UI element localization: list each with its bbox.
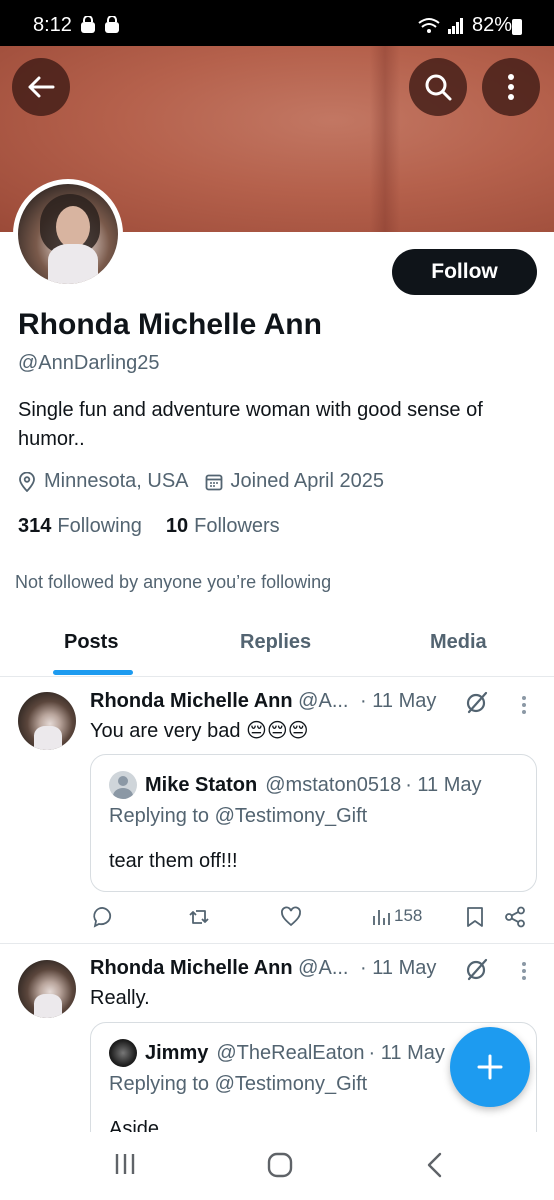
post-date: · 11 May: [360, 690, 437, 712]
signal-icon: [447, 17, 463, 34]
post-handle: @A...: [298, 690, 349, 712]
arrow-left-icon: [28, 76, 55, 98]
quote-date: · 11 May: [405, 773, 482, 796]
search-icon: [425, 74, 452, 101]
share-icon: [505, 906, 525, 928]
reply-button[interactable]: [92, 906, 114, 928]
tab-replies[interactable]: Replies: [240, 631, 311, 654]
post-more-icon[interactable]: [516, 694, 532, 716]
more-options-button[interactable]: [482, 58, 540, 116]
following-count: 314: [18, 515, 52, 537]
quote-avatar: [109, 1039, 137, 1067]
reply-icon: [93, 907, 112, 928]
quote-author: Jimmy: [145, 1041, 209, 1064]
more-vertical-icon: [508, 74, 514, 100]
follow-button[interactable]: Follow: [392, 249, 537, 295]
plus-icon: [477, 1054, 503, 1080]
tab-media[interactable]: Media: [430, 631, 487, 654]
location-pin-icon: [19, 471, 35, 492]
profile-avatar[interactable]: [13, 179, 123, 289]
status-right: 82%: [418, 14, 512, 37]
post-actions: 158: [90, 906, 530, 932]
repost-button[interactable]: [188, 906, 210, 928]
quote-text: Aside: [109, 1118, 160, 1132]
quote-header: Jimmy @TheRealEaton · 11 May: [109, 1039, 445, 1067]
joined-text: Joined April 2025: [230, 470, 384, 492]
views-button[interactable]: 158: [372, 906, 422, 926]
views-count: 158: [394, 906, 423, 925]
quote-replying-to: Replying to @Testimony_Gift: [109, 805, 368, 827]
quote-avatar: [109, 771, 137, 799]
followers-link[interactable]: 10 Followers: [166, 515, 280, 538]
wifi-icon: [418, 17, 440, 33]
quote-author: Mike Staton: [145, 773, 258, 796]
battery-icon: [512, 19, 522, 35]
tab-posts[interactable]: Posts: [64, 631, 118, 654]
back-button[interactable]: [12, 58, 70, 116]
profile-joined: Joined April 2025: [205, 470, 384, 493]
grok-icon[interactable]: [465, 957, 489, 981]
views-icon: [373, 910, 390, 925]
heart-icon: [281, 906, 301, 927]
profile-meta: Minnesota, USA Joined April 2025: [18, 470, 400, 493]
calendar-icon: [205, 474, 222, 490]
status-bar: 8:12 82%: [0, 0, 554, 46]
quote-header: Mike Staton @mstaton0518 · 11 May: [109, 771, 482, 799]
shopping-bag-icon: [81, 16, 95, 33]
not-followed-notice: Not followed by anyone you’re following: [15, 572, 332, 592]
quote-handle: @TheRealEaton: [216, 1041, 365, 1064]
quote-text: tear them off!!!: [109, 850, 238, 872]
quote-replying-to: Replying to @Testimony_Gift: [109, 1073, 368, 1095]
bookmark-button[interactable]: [466, 906, 484, 928]
profile-counts: 314 Following 10 Followers: [18, 515, 280, 538]
profile-tabs: Posts Replies Media: [0, 615, 554, 677]
share-button[interactable]: [504, 906, 526, 928]
profile-location: Minnesota, USA: [18, 470, 189, 493]
post-text: You are very bad 😔😔😔: [90, 720, 309, 742]
post-header: Rhonda Michelle Ann @A... · 11 May: [90, 690, 436, 713]
followers-label: Followers: [194, 515, 280, 537]
grok-icon[interactable]: [465, 690, 489, 714]
post-header: Rhonda Michelle Ann @A... · 11 May: [90, 957, 436, 980]
search-button[interactable]: [409, 58, 467, 116]
post-avatar[interactable]: [18, 960, 76, 1018]
post-more-icon[interactable]: [516, 960, 532, 982]
back-nav-icon[interactable]: [425, 1152, 443, 1178]
post-author[interactable]: Rhonda Michelle Ann: [90, 957, 293, 979]
quoted-post[interactable]: Mike Staton @mstaton0518 · 11 May Replyi…: [90, 754, 537, 892]
quote-handle: @mstaton0518: [265, 773, 402, 796]
post[interactable]: Rhonda Michelle Ann @A... · 11 May You a…: [0, 678, 554, 943]
profile-bio: Single fun and adventure woman with good…: [18, 399, 483, 450]
post-avatar[interactable]: [18, 692, 76, 750]
location-text: Minnesota, USA: [44, 470, 189, 492]
post-author[interactable]: Rhonda Michelle Ann: [90, 690, 293, 712]
profile-handle: @AnnDarling25: [18, 352, 160, 374]
status-time: 8:12: [33, 14, 72, 36]
following-link[interactable]: 314 Following: [18, 515, 142, 538]
system-nav-bar: [0, 1132, 554, 1200]
recents-icon[interactable]: [114, 1152, 136, 1176]
following-label: Following: [57, 515, 142, 537]
post-text: Really.: [90, 987, 150, 1009]
repost-icon: [189, 910, 209, 924]
bookmark-icon: [467, 907, 483, 927]
shopping-bag-icon: [105, 16, 119, 33]
battery-percent: 82%: [471, 14, 512, 36]
post-handle: @A...: [298, 957, 349, 979]
banner-shading: [370, 46, 400, 232]
post-date: · 11 May: [360, 957, 437, 979]
compose-button[interactable]: [450, 1027, 530, 1107]
profile-name: Rhonda Michelle Ann: [18, 308, 322, 341]
followers-count: 10: [165, 515, 189, 537]
like-button[interactable]: [280, 906, 302, 928]
home-icon[interactable]: [267, 1152, 293, 1178]
active-tab-indicator: [53, 670, 133, 675]
quote-date: · 11 May: [368, 1041, 445, 1064]
